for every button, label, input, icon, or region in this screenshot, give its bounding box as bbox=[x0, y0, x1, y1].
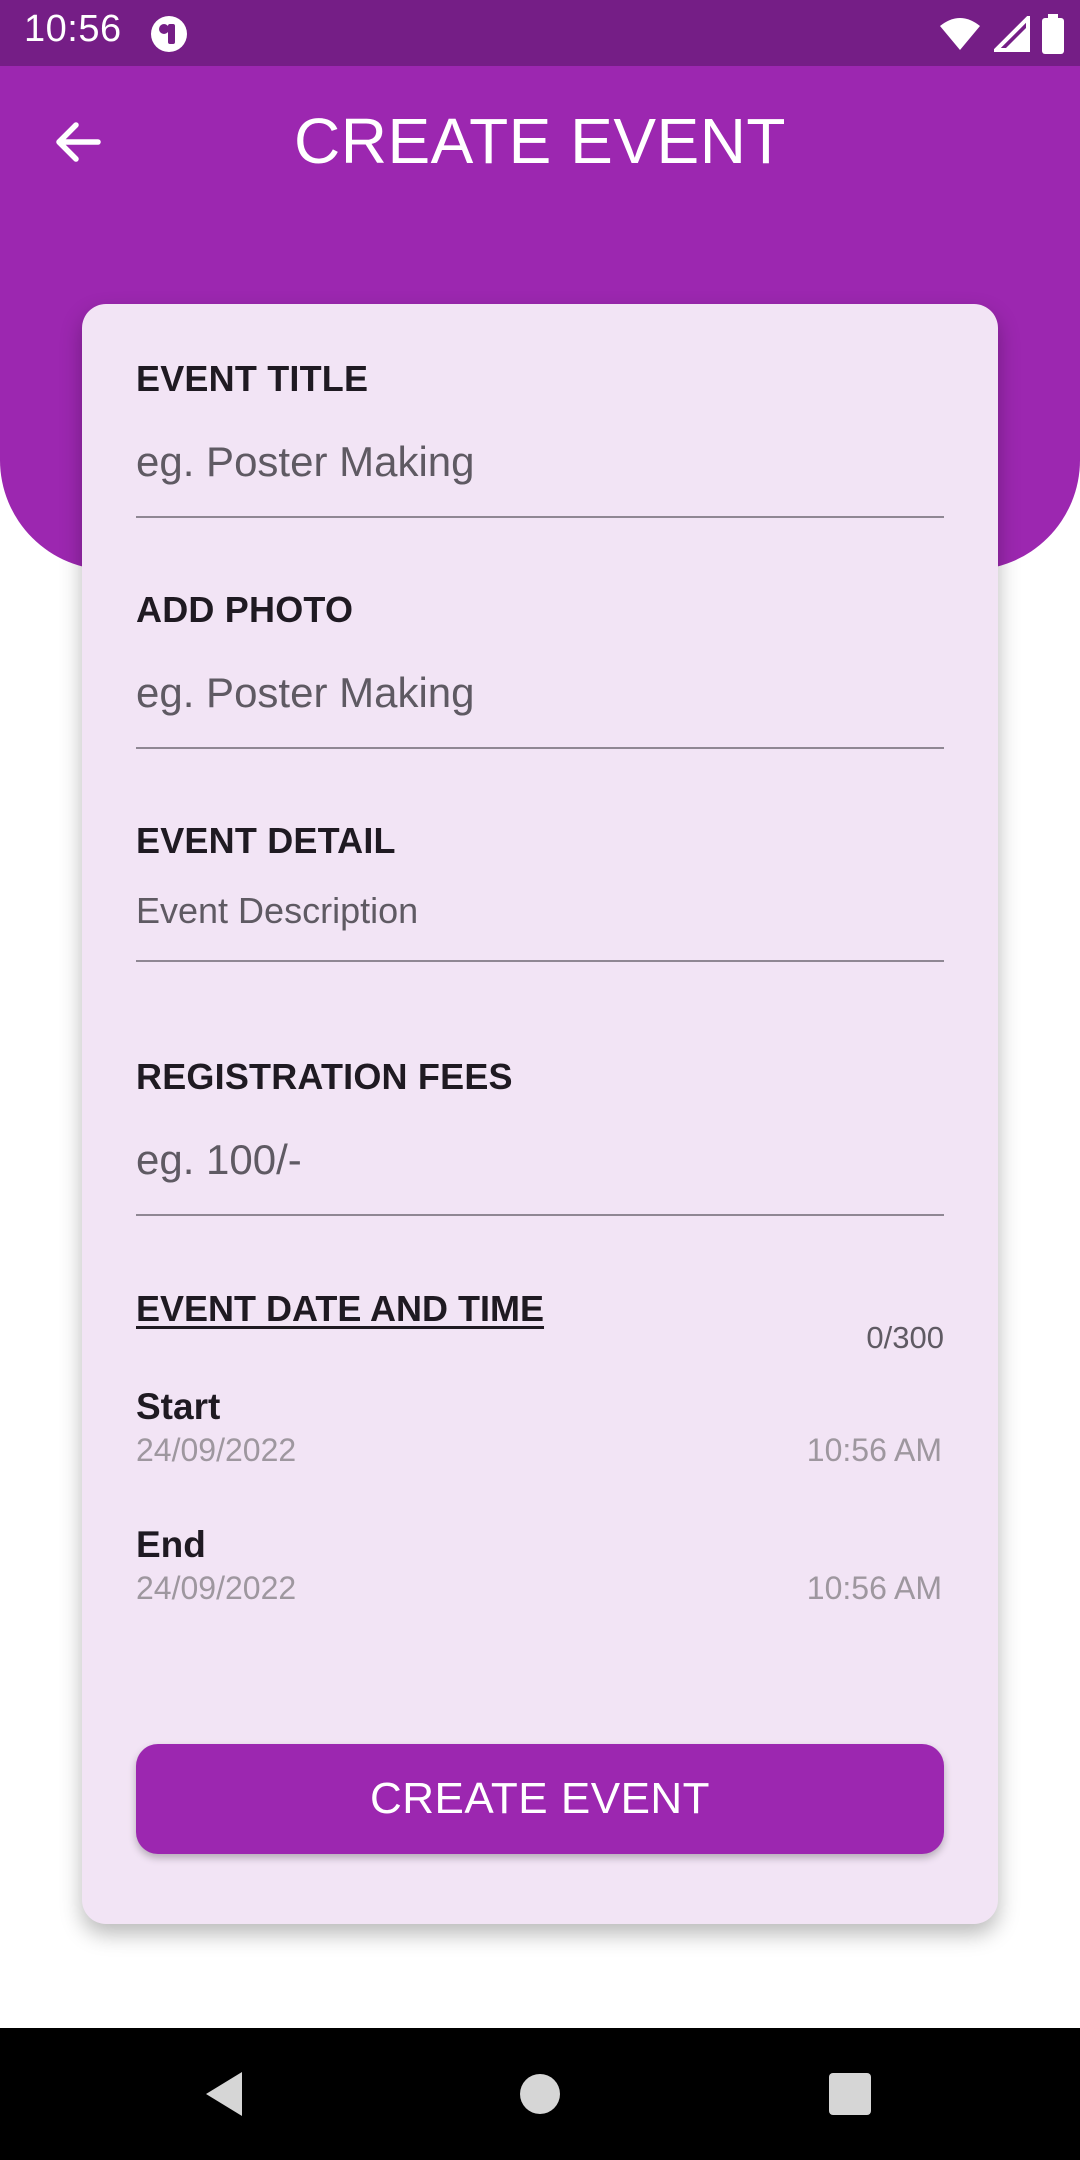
event-date-time-heading: EVENT DATE AND TIME bbox=[136, 1288, 545, 1329]
event-detail-field: EVENT DETAIL bbox=[136, 820, 944, 962]
add-photo-input[interactable] bbox=[136, 631, 944, 749]
app-notification-icon bbox=[151, 16, 187, 52]
status-bar: 10:56 bbox=[0, 0, 1080, 66]
registration-fees-field: REGISTRATION FEES bbox=[136, 1056, 944, 1216]
registration-fees-label: REGISTRATION FEES bbox=[136, 1056, 513, 1097]
add-photo-label: ADD PHOTO bbox=[136, 589, 354, 630]
nav-back-icon[interactable] bbox=[196, 2064, 256, 2124]
end-label: End bbox=[136, 1524, 206, 1565]
status-time: 10:56 bbox=[24, 8, 122, 50]
page-title: CREATE EVENT bbox=[294, 105, 786, 177]
nav-home-icon[interactable] bbox=[510, 2064, 570, 2124]
event-detail-input[interactable] bbox=[136, 862, 944, 962]
event-title-field: EVENT TITLE bbox=[136, 358, 944, 518]
wifi-icon bbox=[940, 18, 980, 50]
event-title-label: EVENT TITLE bbox=[136, 358, 369, 399]
start-label: Start bbox=[136, 1386, 221, 1427]
system-navigation-bar bbox=[0, 2028, 1080, 2160]
event-detail-label: EVENT DETAIL bbox=[136, 820, 396, 861]
registration-fees-input[interactable] bbox=[136, 1098, 944, 1216]
start-date[interactable]: 24/09/2022 bbox=[136, 1432, 296, 1469]
status-icons bbox=[938, 12, 1064, 56]
start-datetime-row[interactable]: Start 24/09/2022 10:56 AM bbox=[136, 1386, 942, 1476]
add-photo-field: ADD PHOTO bbox=[136, 589, 944, 749]
create-event-form-card: EVENT TITLE ADD PHOTO EVENT DETAIL 0/300… bbox=[82, 304, 998, 1924]
event-title-input[interactable] bbox=[136, 400, 944, 518]
nav-recents-icon[interactable] bbox=[820, 2064, 880, 2124]
signal-icon bbox=[994, 16, 1030, 52]
battery-icon bbox=[1042, 14, 1064, 54]
end-date[interactable]: 24/09/2022 bbox=[136, 1570, 296, 1607]
end-time[interactable]: 10:56 AM bbox=[807, 1570, 942, 1607]
create-event-button[interactable]: CREATE EVENT bbox=[136, 1744, 944, 1854]
end-datetime-row[interactable]: End 24/09/2022 10:56 AM bbox=[136, 1524, 942, 1614]
start-time[interactable]: 10:56 AM bbox=[807, 1432, 942, 1469]
event-detail-char-counter: 0/300 bbox=[866, 1320, 944, 1355]
